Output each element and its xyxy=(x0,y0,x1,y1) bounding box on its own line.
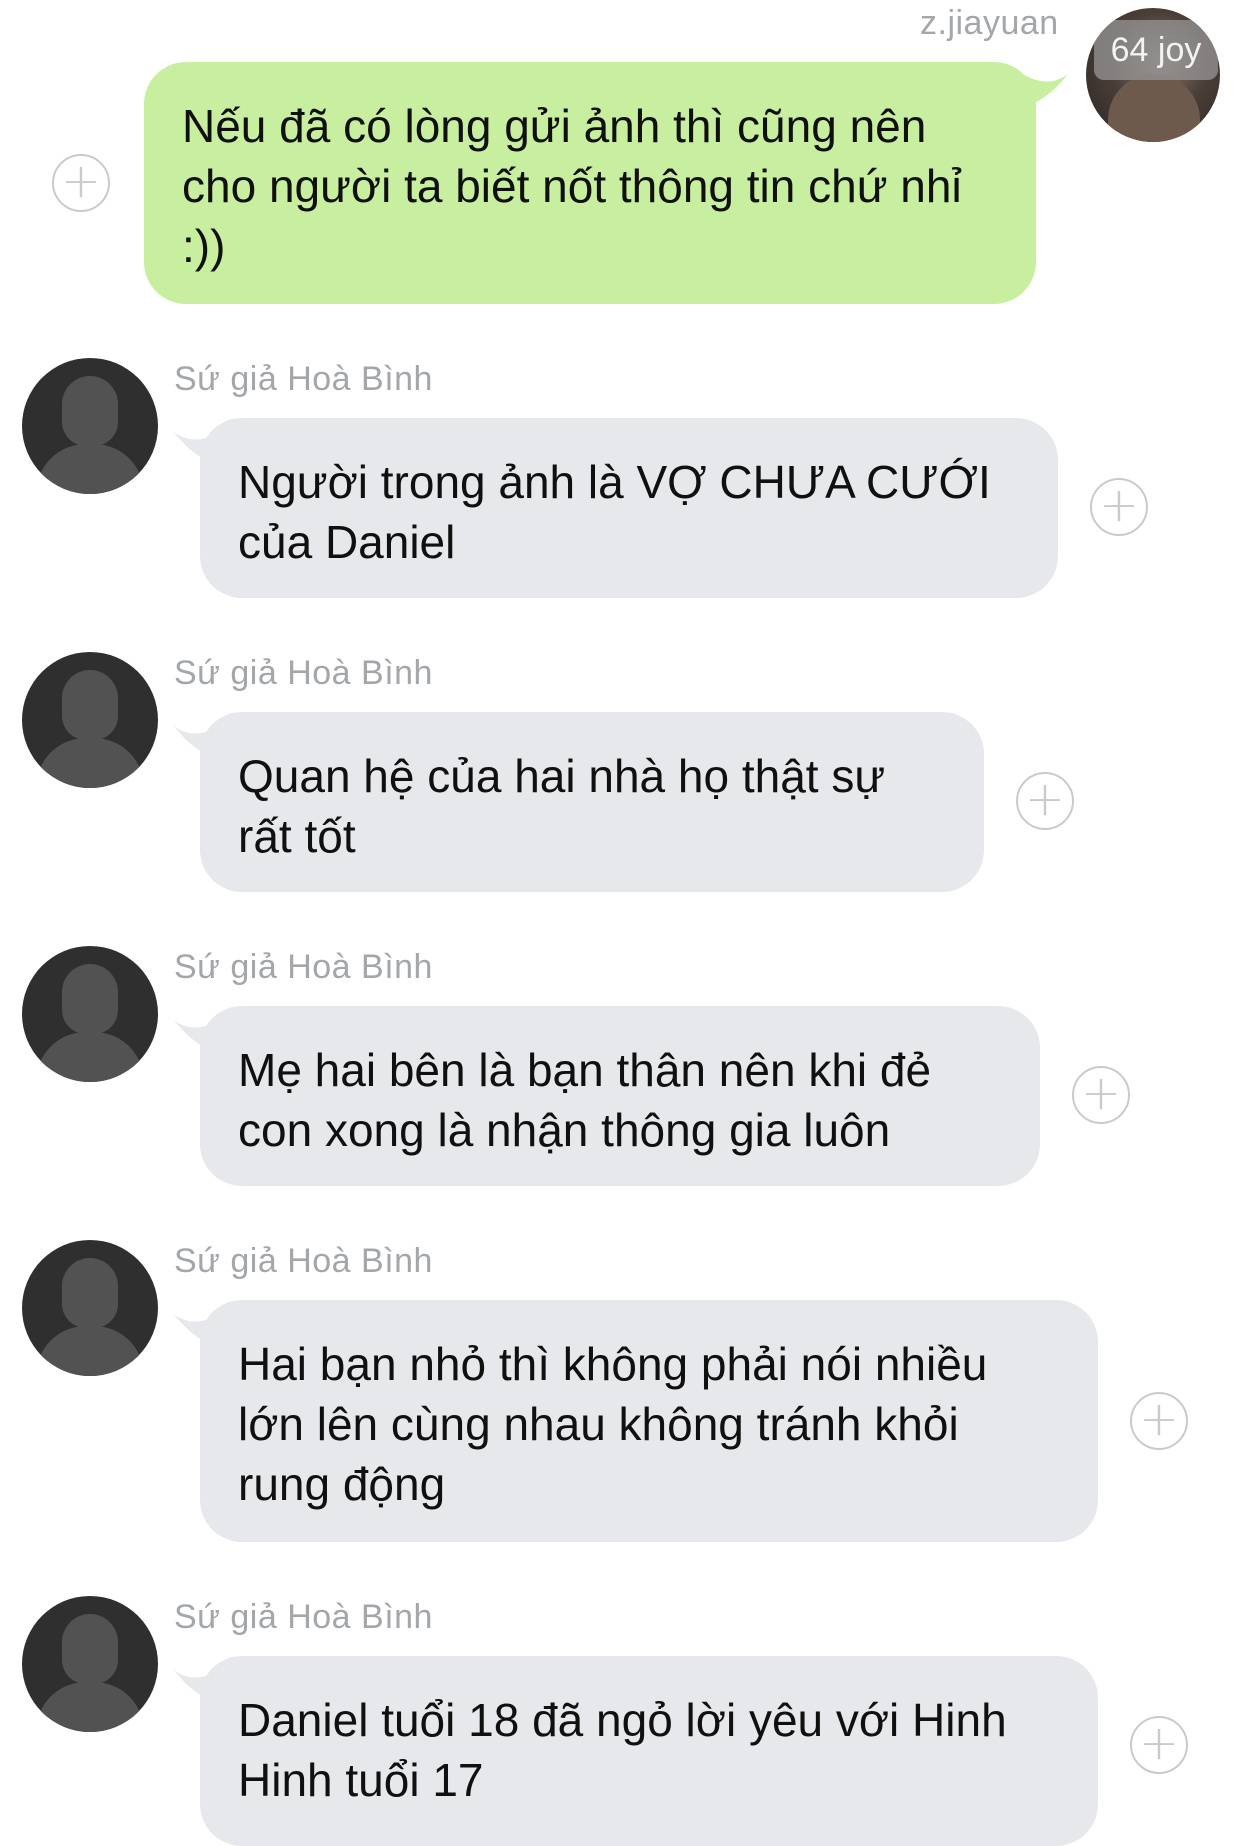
incoming-sender-name: Sứ giả Hoà Bình xyxy=(174,1598,433,1636)
plus-circle-icon[interactable]: + xyxy=(52,154,110,212)
outgoing-message-bubble[interactable]: Nếu đã có lòng gửi ảnh thì cũng nên cho … xyxy=(144,62,1036,304)
avatar-shoulders xyxy=(36,1326,144,1376)
incoming-sender-name: Sứ giả Hoà Bình xyxy=(174,360,433,398)
user-avatar[interactable]: 64 joy xyxy=(1086,8,1220,142)
contact-avatar[interactable] xyxy=(22,1596,158,1732)
plus-circle-icon[interactable]: + xyxy=(1072,1066,1130,1124)
incoming-sender-name: Sứ giả Hoà Bình xyxy=(174,1242,433,1280)
default-person-avatar-icon xyxy=(62,376,118,446)
plus-circle-icon[interactable]: + xyxy=(1090,478,1148,536)
plus-circle-icon[interactable]: + xyxy=(1016,772,1074,830)
default-person-avatar-icon xyxy=(62,1258,118,1328)
incoming-message-bubble[interactable]: Daniel tuổi 18 đã ngỏ lời yêu với Hinh H… xyxy=(200,1656,1098,1846)
avatar-shoulders xyxy=(36,1682,144,1732)
avatar-badge: 64 joy xyxy=(1094,20,1218,80)
avatar-shoulders xyxy=(36,1032,144,1082)
incoming-sender-name: Sứ giả Hoà Bình xyxy=(174,948,433,986)
incoming-message-bubble[interactable]: Quan hệ của hai nhà họ thật sự rất tốt xyxy=(200,712,984,892)
contact-avatar[interactable] xyxy=(22,652,158,788)
default-person-avatar-icon xyxy=(62,670,118,740)
plus-circle-icon[interactable]: + xyxy=(1130,1716,1188,1774)
default-person-avatar-icon xyxy=(62,1614,118,1684)
outgoing-sender-name: z.jiayuan xyxy=(920,4,1059,42)
contact-avatar[interactable] xyxy=(22,1240,158,1376)
incoming-message-bubble[interactable]: Người trong ảnh là VỢ CHƯA CƯỚI của Dani… xyxy=(200,418,1058,598)
incoming-message-bubble[interactable]: Hai bạn nhỏ thì không phải nói nhiều lớn… xyxy=(200,1300,1098,1542)
contact-avatar[interactable] xyxy=(22,358,158,494)
plus-circle-icon[interactable]: + xyxy=(1130,1392,1188,1450)
incoming-message-bubble[interactable]: Mẹ hai bên là bạn thân nên khi đẻ con xo… xyxy=(200,1006,1040,1186)
incoming-sender-name: Sứ giả Hoà Bình xyxy=(174,654,433,692)
avatar-photo-figure xyxy=(1108,74,1200,142)
contact-avatar[interactable] xyxy=(22,946,158,1082)
default-person-avatar-icon xyxy=(62,964,118,1034)
avatar-shoulders xyxy=(36,444,144,494)
avatar-shoulders xyxy=(36,738,144,788)
